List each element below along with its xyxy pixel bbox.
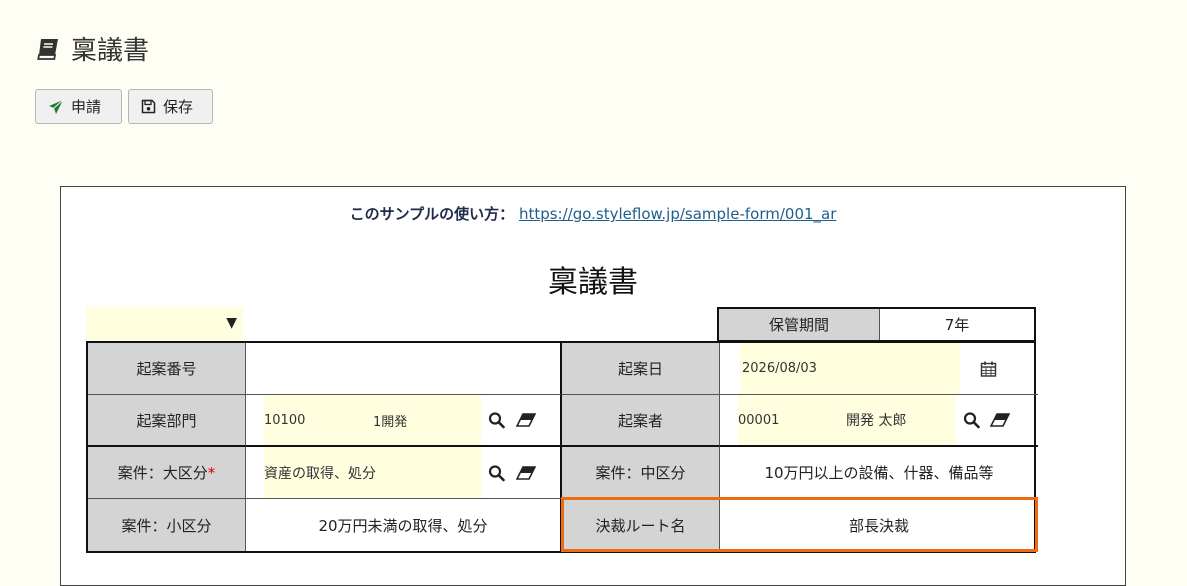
floppy-disk-icon: [141, 99, 156, 114]
retention-value: 7年: [944, 316, 970, 334]
save-button[interactable]: 保存: [128, 89, 213, 124]
save-button-label: 保存: [163, 99, 194, 116]
howto-label: このサンプルの使い方：: [349, 205, 515, 223]
major-category-input[interactable]: 資産の取得、処分: [264, 447, 481, 498]
draft-date-value: 2026/08/03: [742, 361, 817, 376]
retention-label: 保管期間: [719, 309, 880, 340]
draft-number-label: 起案番号: [88, 343, 246, 395]
search-icon[interactable]: [488, 464, 505, 481]
paper-plane-icon: [49, 99, 64, 114]
howto-link[interactable]: https://go.styleflow.jp/sample-form/001_…: [519, 205, 836, 223]
major-category-label: 案件：大区分 *: [88, 447, 246, 499]
howto-line: このサンプルの使い方： https://go.styleflow.jp/samp…: [61, 203, 1125, 224]
approval-route-label: 決裁ルート名: [562, 499, 720, 551]
draft-number-field: [246, 343, 562, 395]
minor-category-value: 20万円未満の取得、処分: [246, 499, 562, 551]
drafter-label: 起案者: [562, 395, 720, 447]
apply-button[interactable]: 申請: [35, 89, 122, 124]
major-category-value: 資産の取得、処分: [264, 465, 376, 482]
search-icon[interactable]: [488, 412, 505, 429]
drafter-name: 開発 太郎: [846, 413, 907, 429]
form-title: 稟議書: [548, 265, 638, 300]
eraser-icon[interactable]: [990, 413, 1010, 427]
apply-button-label: 申請: [71, 99, 102, 116]
retention-period: 保管期間 7年: [717, 307, 1036, 342]
major-category-label-text: 案件：大区分: [117, 464, 208, 482]
draft-date-label: 起案日: [562, 343, 720, 395]
book-icon: [37, 38, 58, 60]
toolbar: 申請 保存: [35, 89, 213, 124]
department-label: 起案部門: [88, 395, 246, 447]
form-grid: 起案番号 起案日 2026/08/03 起案部門 10100 1開発 起案者 0…: [86, 341, 1038, 553]
draft-date-input[interactable]: 2026/08/03: [740, 343, 960, 394]
minor-category-label: 案件：小区分: [88, 499, 246, 551]
department-name: 1開発: [373, 414, 408, 430]
calendar-icon[interactable]: [980, 360, 997, 377]
required-mark: *: [207, 463, 216, 482]
middle-category-value: 10万円以上の設備、什器、備品等: [720, 447, 1038, 499]
draft-date-cell: 2026/08/03: [720, 343, 1038, 395]
eraser-icon[interactable]: [516, 465, 536, 480]
major-category-cell: 資産の取得、処分: [246, 447, 562, 499]
department-code: 10100: [264, 412, 306, 428]
search-icon[interactable]: [963, 412, 980, 429]
dropdown-arrow-icon: ▼: [226, 315, 237, 331]
drafter-code: 00001: [738, 412, 780, 428]
page-title: 稟議書: [71, 36, 150, 66]
department-cell: 10100 1開発: [246, 395, 562, 447]
drafter-input[interactable]: 00001 開発 太郎: [738, 395, 956, 445]
form-card: このサンプルの使い方： https://go.styleflow.jp/samp…: [60, 186, 1126, 586]
drafter-cell: 00001 開発 太郎: [720, 395, 1038, 447]
approval-route-value: 部長決裁: [848, 516, 909, 535]
middle-category-label: 案件：中区分: [562, 447, 720, 499]
department-input[interactable]: 10100 1開発: [264, 395, 481, 445]
page-header: 稟議書: [35, 30, 149, 67]
status-select[interactable]: ▼: [86, 307, 243, 340]
eraser-icon[interactable]: [516, 413, 536, 427]
